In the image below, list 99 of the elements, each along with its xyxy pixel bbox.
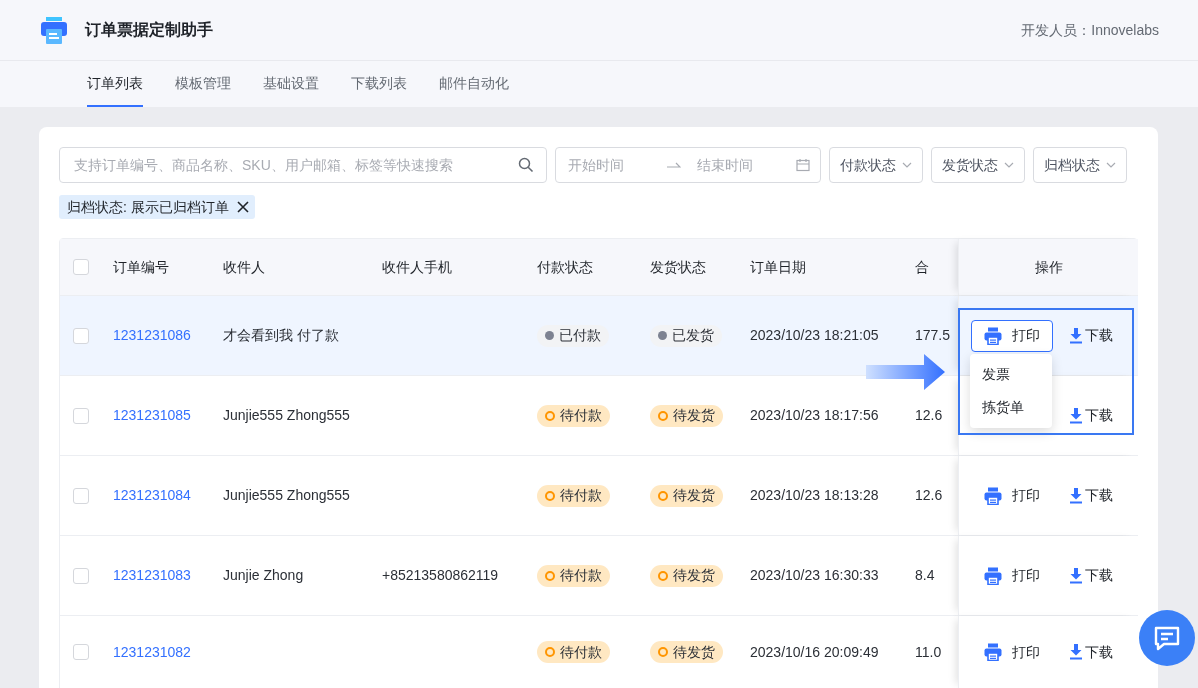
- receiver-name: Junjie Zhong: [223, 567, 304, 583]
- status-badge: 待付款: [537, 404, 610, 427]
- filter-dropdown[interactable]: 发货状态: [931, 147, 1025, 183]
- row-checkbox[interactable]: [73, 487, 89, 504]
- column-header: 订单日期: [750, 258, 806, 275]
- order-total: 8.4: [915, 567, 935, 583]
- nav-tab[interactable]: 基础设置: [263, 61, 319, 107]
- order-date: 2023/10/23 18:21:05: [750, 327, 879, 343]
- status-dot-icon: [658, 410, 668, 421]
- print-button[interactable]: 打印: [971, 319, 1053, 352]
- floating-chat-button[interactable]: [1139, 610, 1195, 666]
- download-button[interactable]: 下载: [1069, 325, 1113, 346]
- column-header: 付款状态: [537, 258, 593, 275]
- status-badge: 已付款: [537, 324, 609, 347]
- download-button[interactable]: 下载: [1069, 641, 1113, 663]
- column-header: 发货状态: [650, 258, 706, 275]
- table-row[interactable]: 1231231083 Junjie Zhong +85213580862119 待付款 待发货 2023/10/23 16:30:33 8.4 打印 下载: [60, 536, 1137, 616]
- status-badge: 待付款: [537, 641, 610, 663]
- order-number-link[interactable]: 1231231083: [113, 567, 191, 583]
- select-all-checkbox[interactable]: [73, 259, 89, 275]
- chevron-down-icon: [902, 162, 912, 168]
- status-badge: 待发货: [650, 564, 723, 587]
- status-dot-icon: [658, 490, 668, 501]
- search-box[interactable]: 支持订单编号、商品名称、SKU、用户邮箱、标签等快速搜索: [59, 147, 547, 183]
- status-dot-icon: [545, 410, 555, 421]
- app-title: 订单票据定制助手: [85, 20, 213, 40]
- download-icon: [1069, 644, 1083, 660]
- receiver-name: Junjie555 Zhong555: [223, 487, 350, 503]
- table-row[interactable]: 1231231084 Junjie555 Zhong555 待付款 待发货 2023/10/23 18:13:28 12.6 打印 下载: [60, 456, 1137, 536]
- status-badge: 已发货: [650, 324, 722, 347]
- search-icon: [518, 157, 534, 173]
- row-checkbox[interactable]: [73, 567, 89, 584]
- print-button[interactable]: 打印: [971, 636, 1053, 668]
- download-icon: [1069, 327, 1083, 344]
- row-checkbox[interactable]: [73, 407, 89, 424]
- print-button[interactable]: 打印: [971, 559, 1053, 592]
- download-icon: [1069, 487, 1083, 504]
- printer-icon: [984, 566, 1002, 585]
- developer-label: 开发人员：Innovelabs: [1021, 20, 1159, 40]
- calendar-icon: [796, 158, 810, 172]
- status-dot-icon: [545, 570, 555, 581]
- order-total: 12.6: [915, 407, 943, 423]
- order-number-link[interactable]: 1231231086: [113, 327, 191, 343]
- order-date: 2023/10/23 16:30:33: [750, 567, 879, 583]
- column-header: 合: [915, 258, 929, 275]
- filter-dropdown[interactable]: 付款状态: [829, 147, 923, 183]
- order-total: 177.5: [915, 327, 951, 343]
- order-number-link[interactable]: 1231231082: [113, 643, 191, 660]
- receiver-name: 才会看到我 付了款: [223, 327, 339, 343]
- status-dot-icon: [545, 490, 555, 501]
- order-date: 2023/10/23 18:13:28: [750, 487, 879, 503]
- status-dot-icon: [545, 331, 554, 340]
- column-header: 收件人手机: [382, 258, 452, 275]
- printer-icon: [984, 643, 1002, 661]
- row-checkbox[interactable]: [73, 327, 89, 344]
- receiver-phone: +85213580862119: [382, 567, 499, 583]
- status-badge: 待发货: [650, 641, 723, 663]
- status-dot-icon: [658, 331, 667, 340]
- print-button[interactable]: 打印: [971, 479, 1053, 512]
- order-total: 12.6: [915, 487, 943, 503]
- close-button[interactable]: [236, 201, 249, 213]
- order-date: 2023/10/16 20:09:49: [750, 643, 879, 660]
- search-field[interactable]: 支持订单编号、商品名称、SKU、用户邮箱、标签等快速搜索: [72, 153, 510, 177]
- row-checkbox[interactable]: [73, 644, 89, 660]
- filter-dropdown[interactable]: 归档状态: [1033, 147, 1127, 183]
- download-button[interactable]: 下载: [1069, 565, 1113, 586]
- printer-icon: [984, 486, 1002, 505]
- filter-tag-label: 归档状态: 展示已归档订单: [67, 197, 229, 217]
- status-badge: 待付款: [537, 484, 610, 507]
- download-button[interactable]: 下载: [1069, 485, 1113, 506]
- order-number-link[interactable]: 1231231084: [113, 487, 191, 503]
- chevron-down-icon: [1004, 162, 1014, 168]
- nav-tab[interactable]: 模板管理: [175, 61, 231, 107]
- order-date: 2023/10/23 18:17:56: [750, 407, 879, 423]
- receiver-name: Junjie555 Zhong555: [223, 407, 350, 423]
- end-date-field[interactable]: 结束时间: [689, 153, 788, 177]
- nav-tab[interactable]: 订单列表: [87, 61, 143, 107]
- printer-icon: [984, 326, 1002, 345]
- download-icon: [1069, 407, 1083, 424]
- status-dot-icon: [545, 647, 555, 657]
- status-badge: 待发货: [650, 484, 723, 507]
- download-button[interactable]: 下载: [1069, 405, 1113, 426]
- order-number-link[interactable]: 1231231085: [113, 407, 191, 423]
- printer-logo-icon: [40, 16, 68, 44]
- menu-item[interactable]: 拣货单: [970, 391, 1052, 424]
- download-icon: [1069, 567, 1083, 584]
- column-header: 订单编号: [113, 258, 169, 275]
- status-badge: 待付款: [537, 564, 610, 587]
- chevron-down-icon: [1106, 162, 1116, 168]
- nav-tab[interactable]: 下载列表: [351, 61, 407, 107]
- chat-icon: [1153, 624, 1181, 652]
- order-total: 11.0: [915, 643, 942, 660]
- column-header: 操作: [1034, 257, 1063, 277]
- column-header: 收件人: [223, 258, 265, 275]
- start-date-field[interactable]: 开始时间: [566, 153, 659, 177]
- status-badge: 待发货: [650, 404, 723, 427]
- nav-tab[interactable]: 邮件自动化: [439, 61, 509, 107]
- status-dot-icon: [658, 647, 668, 657]
- status-dot-icon: [658, 570, 668, 581]
